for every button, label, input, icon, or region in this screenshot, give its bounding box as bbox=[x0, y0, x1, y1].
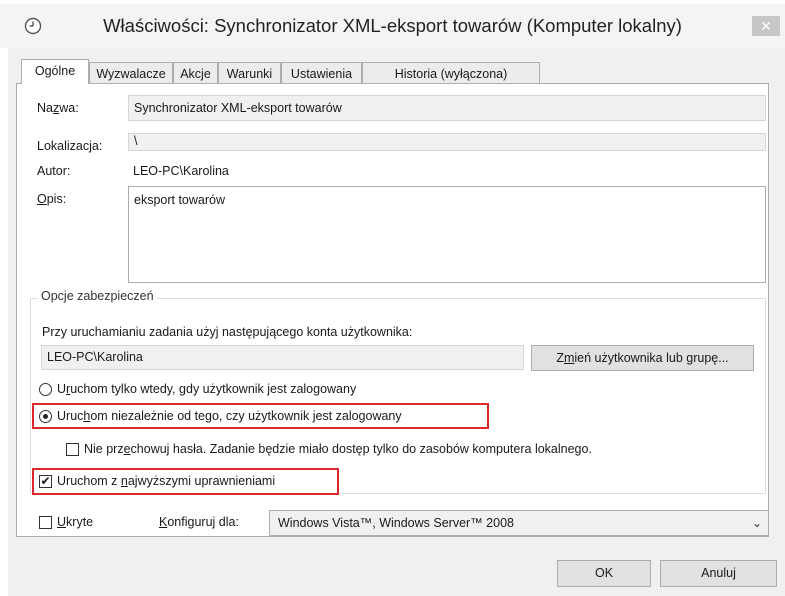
chevron-down-icon: ⌄ bbox=[751, 516, 762, 530]
account-prompt: Przy uruchamianiu zadania użyj następują… bbox=[42, 325, 413, 339]
ok-button[interactable]: OK bbox=[557, 560, 651, 587]
location-label: Lokalizacja: bbox=[37, 139, 103, 153]
radio-run-only-logged-on-label: Uruchom tylko wtedy, gdy użytkownik jest… bbox=[57, 382, 357, 396]
checkbox-do-not-store-password[interactable] bbox=[66, 443, 79, 456]
checkbox-highest-privileges[interactable]: ✔ bbox=[39, 475, 52, 488]
name-field[interactable]: Synchronizator XML-eksport towarów bbox=[128, 95, 766, 121]
configure-for-select[interactable]: Windows Vista™, Windows Server™ 2008 ⌄ bbox=[269, 510, 769, 536]
tab-label: Historia (wyłączona) bbox=[394, 67, 508, 81]
tab-wyzwalacze[interactable]: Wyzwalacze bbox=[89, 62, 173, 84]
configure-for-label: Konfiguruj dla: bbox=[159, 515, 239, 529]
author-value: LEO-PC\Karolina bbox=[133, 164, 229, 178]
tab-label: Ustawienia bbox=[290, 67, 353, 81]
description-label: Opis: bbox=[37, 192, 67, 206]
window-title: Właściwości: Synchronizator XML-eksport … bbox=[103, 15, 682, 36]
name-label: Nazwa: bbox=[37, 101, 79, 115]
radio-run-regardless[interactable] bbox=[39, 410, 52, 423]
tab-label: Akcje bbox=[180, 67, 211, 81]
author-label: Autor: bbox=[37, 164, 71, 178]
location-field[interactable]: \ bbox=[128, 133, 766, 151]
tab-label: Ogólne bbox=[34, 64, 76, 78]
tab-label: Warunki bbox=[226, 67, 273, 81]
configure-for-value: Windows Vista™, Windows Server™ 2008 bbox=[278, 516, 514, 530]
close-icon: ✕ bbox=[760, 18, 772, 34]
title-bar: Właściwości: Synchronizator XML-eksport … bbox=[0, 4, 785, 48]
checkbox-hidden-label: Ukryte bbox=[57, 515, 94, 529]
description-textarea[interactable]: eksport towarów bbox=[128, 186, 766, 283]
radio-run-regardless-label: Uruchom niezależnie od tego, czy użytkow… bbox=[57, 409, 402, 423]
close-button[interactable]: ✕ bbox=[752, 16, 780, 36]
checkbox-highest-privileges-label: Uruchom z najwyższymi uprawnieniami bbox=[57, 474, 276, 488]
tab-label: Wyzwalacze bbox=[96, 67, 166, 81]
radio-run-only-logged-on[interactable] bbox=[39, 383, 52, 396]
change-user-button[interactable]: Zmień użytkownika lub grupę... bbox=[531, 345, 754, 371]
account-field: LEO-PC\Karolina bbox=[41, 345, 524, 370]
radio-dot bbox=[43, 414, 48, 419]
tab-historia[interactable]: Historia (wyłączona) bbox=[362, 62, 540, 84]
tab-akcje[interactable]: Akcje bbox=[173, 62, 218, 84]
tab-ustawienia[interactable]: Ustawienia bbox=[281, 62, 362, 84]
checkmark-icon: ✔ bbox=[40, 474, 51, 488]
checkbox-do-not-store-password-label: Nie przechowuj hasła. Zadanie będzie mia… bbox=[84, 442, 592, 456]
tab-ogolne[interactable]: Ogólne bbox=[21, 59, 89, 84]
tab-warunki[interactable]: Warunki bbox=[218, 62, 281, 84]
security-options-legend: Opcje zabezpieczeń bbox=[38, 289, 157, 303]
checkbox-hidden[interactable] bbox=[39, 516, 52, 529]
cancel-button[interactable]: Anuluj bbox=[660, 560, 777, 587]
